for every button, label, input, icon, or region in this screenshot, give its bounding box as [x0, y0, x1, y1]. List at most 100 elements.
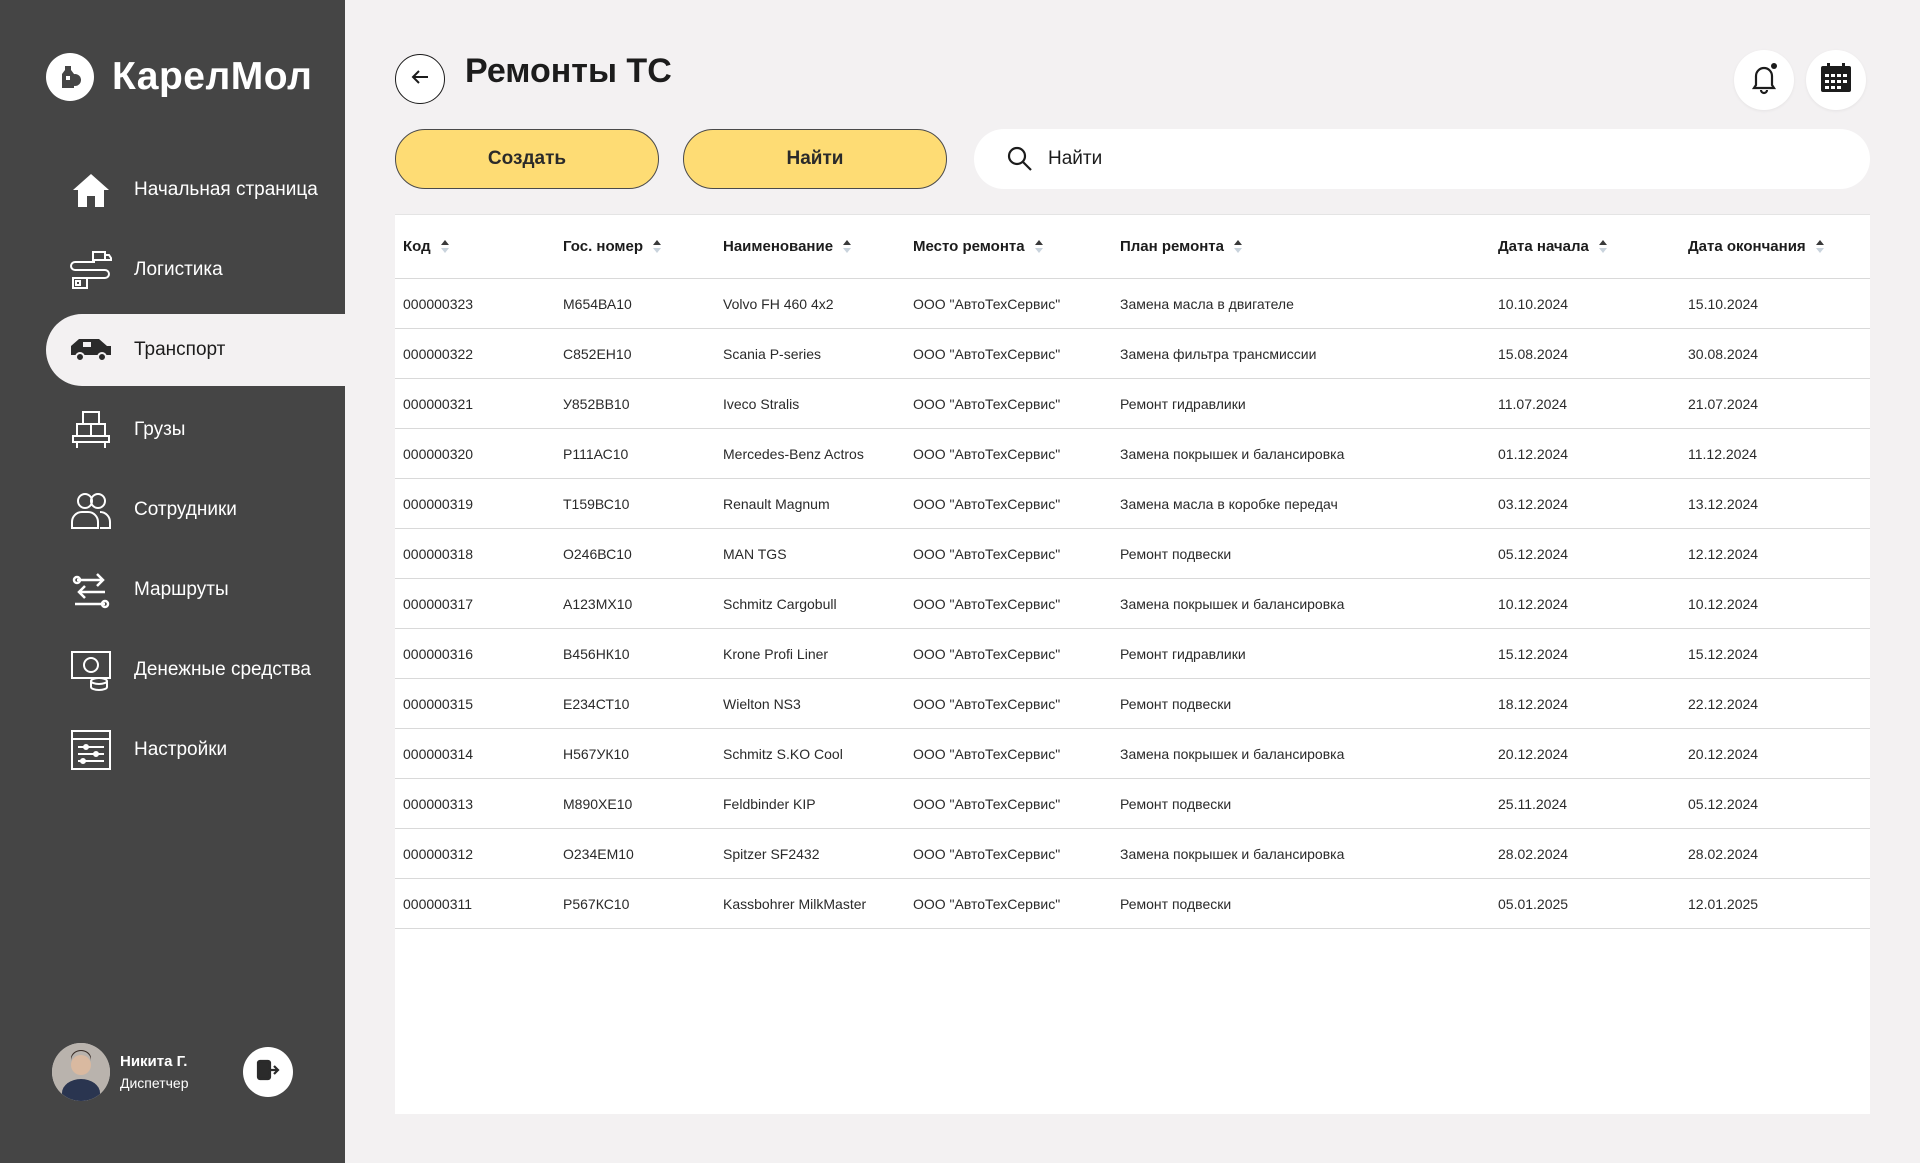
cell-repair-plan: Замена фильтра трансмиссии	[1120, 345, 1317, 362]
cell-code: 000000323	[403, 295, 474, 312]
sidebar-item-money[interactable]: Денежные средства	[46, 634, 345, 706]
user-info: Никита Г. Диспетчер	[120, 1053, 188, 1091]
cell-name: Kassbohrer MilkMaster	[723, 895, 867, 912]
table-row[interactable]: 000000311 Р567КС10 Kassbohrer MilkMaster ОО…	[395, 878, 1870, 929]
home-icon	[66, 165, 116, 215]
cell-end-date: 28.02.2024	[1688, 845, 1759, 862]
cell-plate: М654ВА10	[563, 295, 632, 312]
table-row[interactable]: 000000316 В456НК10 Krone Profi Liner ООО "А…	[395, 628, 1870, 679]
cell-end-date: 13.12.2024	[1688, 495, 1759, 512]
cargo-icon	[66, 405, 116, 455]
table-row[interactable]: 000000321 У852ВВ10 Iveco Stralis ООО "АвтоТ…	[395, 378, 1870, 429]
cell-repair-place: ООО "АвтоТехСервис"	[913, 595, 1061, 612]
sidebar-item-transport[interactable]: Транспорт	[46, 314, 345, 386]
sort-icon[interactable]	[1598, 240, 1607, 254]
logistics-icon	[66, 245, 116, 295]
cell-plate: Т159ВС10	[563, 495, 630, 512]
notifications-button[interactable]	[1734, 50, 1794, 110]
table-row[interactable]: 000000320 Р111АС10 Mercedes-Benz Actros ООО…	[395, 428, 1870, 479]
cell-end-date: 12.12.2024	[1688, 545, 1759, 562]
search-bar[interactable]	[974, 129, 1870, 189]
sort-icon[interactable]	[653, 240, 662, 254]
cell-repair-place: ООО "АвтоТехСервис"	[913, 495, 1061, 512]
cell-repair-place: ООО "АвтоТехСервис"	[913, 795, 1061, 812]
cell-start-date: 15.12.2024	[1498, 645, 1569, 662]
cell-start-date: 28.02.2024	[1498, 845, 1569, 862]
cell-code: 000000322	[403, 345, 474, 362]
milk-bottle-logo-icon	[46, 53, 94, 101]
avatar	[52, 1043, 110, 1101]
cell-start-date: 03.12.2024	[1498, 495, 1569, 512]
repairs-table-container: Код Гос. номер Наименование Место ремонта Пл…	[395, 214, 1870, 1114]
header-col-end-date[interactable]: Дата окончания	[1680, 215, 1870, 279]
header-col-repair-plan[interactable]: План ремонта	[1112, 215, 1490, 279]
sort-icon[interactable]	[1234, 240, 1242, 254]
cell-end-date: 30.08.2024	[1688, 345, 1759, 362]
header-col-code[interactable]: Код	[395, 215, 555, 279]
app-root: КарелМол Начальная страница Логистика Тр…	[0, 0, 1920, 1163]
cell-end-date: 05.12.2024	[1688, 795, 1759, 812]
cell-repair-place: ООО "АвтоТехСервис"	[913, 545, 1061, 562]
table-header: Код Гос. номер Наименование Место ремонта Пл…	[395, 214, 1870, 279]
cell-code: 000000312	[403, 845, 474, 862]
cell-name: Schmitz S.KO Cool	[723, 745, 843, 762]
cell-repair-plan: Ремонт гидравлики	[1120, 395, 1246, 412]
cell-repair-plan: Ремонт подвески	[1120, 895, 1232, 912]
sidebar-item-home[interactable]: Начальная страница	[46, 154, 345, 226]
cell-plate: Н567УК10	[563, 745, 630, 762]
table-row[interactable]: 000000312 О234ЕМ10 Spitzer SF2432 ООО "Авто…	[395, 828, 1870, 879]
sort-icon[interactable]	[440, 240, 449, 254]
back-button[interactable]	[395, 54, 445, 104]
logout-button[interactable]	[243, 1047, 293, 1097]
cell-repair-plan: Ремонт подвески	[1120, 545, 1232, 562]
search-input[interactable]	[1048, 148, 1828, 170]
truck-icon	[66, 325, 116, 375]
sidebar-item-settings[interactable]: Настройки	[46, 714, 345, 786]
employees-icon	[66, 485, 116, 535]
sort-icon[interactable]	[1034, 240, 1043, 254]
cell-name: Schmitz Cargobull	[723, 595, 837, 612]
cell-end-date: 10.12.2024	[1688, 595, 1759, 612]
cell-code: 000000316	[403, 645, 474, 662]
cell-plate: Е234СТ10	[563, 695, 630, 712]
table-row[interactable]: 000000315 Е234СТ10 Wielton NS3 ООО "АвтоТех…	[395, 678, 1870, 729]
table-row[interactable]: 000000318 О246ВС10 MAN TGS ООО "АвтоТехСерв…	[395, 528, 1870, 579]
column-header-label: Место ремонта	[913, 238, 1025, 255]
cell-repair-place: ООО "АвтоТехСервис"	[913, 445, 1061, 462]
cell-start-date: 05.12.2024	[1498, 545, 1569, 562]
header-col-repair-place[interactable]: Место ремонта	[905, 215, 1112, 279]
sidebar-item-label: Логистика	[134, 259, 223, 280]
table-row[interactable]: 000000313 М890ХЕ10 Feldbinder KIP ООО "Авто…	[395, 778, 1870, 829]
table-row[interactable]: 000000317 А123МХ10 Schmitz Cargobull ООО "А…	[395, 578, 1870, 629]
calendar-button[interactable]	[1806, 50, 1866, 110]
cell-repair-place: ООО "АвтоТехСервис"	[913, 695, 1061, 712]
logout-icon	[255, 1057, 281, 1088]
header-col-plate[interactable]: Гос. номер	[555, 215, 715, 279]
brand-logo[interactable]: КарелМол	[46, 52, 312, 102]
sidebar-item-routes[interactable]: Маршруты	[46, 554, 345, 626]
cell-code: 000000320	[403, 445, 474, 462]
create-button[interactable]: Создать	[395, 129, 659, 189]
sort-icon[interactable]	[1815, 240, 1824, 254]
find-button[interactable]: Найти	[683, 129, 947, 189]
money-icon	[66, 645, 116, 695]
cell-plate: У852ВВ10	[563, 395, 630, 412]
header-col-start-date[interactable]: Дата начала	[1490, 215, 1680, 279]
cell-start-date: 01.12.2024	[1498, 445, 1569, 462]
header-col-name[interactable]: Наименование	[715, 215, 905, 279]
bell-icon	[1747, 61, 1781, 100]
column-header-label: Дата окончания	[1688, 238, 1806, 255]
cell-start-date: 18.12.2024	[1498, 695, 1569, 712]
sort-icon[interactable]	[843, 240, 852, 254]
table-row[interactable]: 000000319 Т159ВС10 Renault Magnum ООО "Авто…	[395, 478, 1870, 529]
table-row[interactable]: 000000322 С852ЕН10 Scania P-series ООО "Авт…	[395, 328, 1870, 379]
sidebar-item-cargo[interactable]: Грузы	[46, 394, 345, 466]
table-row[interactable]: 000000323 М654ВА10 Volvo FH 460 4x2 ООО "Ав…	[395, 278, 1870, 329]
column-header-label: Код	[403, 238, 431, 255]
table-row[interactable]: 000000314 Н567УК10 Schmitz S.KO Cool ООО "А…	[395, 728, 1870, 779]
sidebar-item-logistics[interactable]: Логистика	[46, 234, 345, 306]
sidebar-item-employees[interactable]: Сотрудники	[46, 474, 345, 546]
sidebar-item-label: Начальная страница	[134, 179, 318, 200]
cell-repair-plan: Замена масла в двигателе	[1120, 295, 1294, 312]
sidebar-item-label: Транспорт	[134, 339, 226, 360]
